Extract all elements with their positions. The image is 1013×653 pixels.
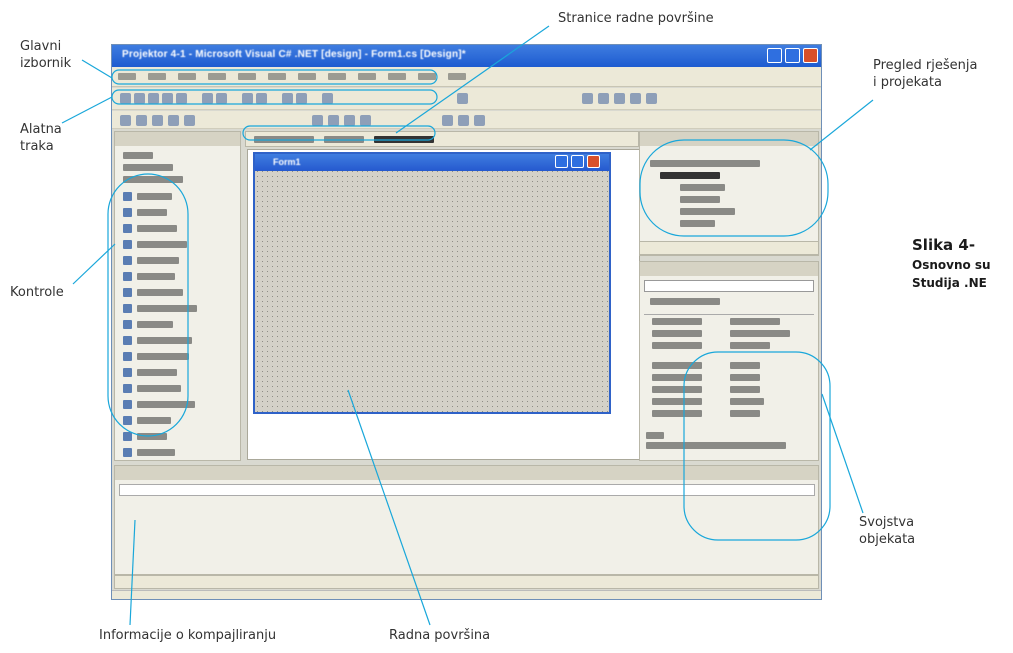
toolbox-panel — [114, 131, 241, 461]
maximize-icon — [785, 48, 800, 63]
label-properties-line2: objekata — [859, 532, 916, 547]
ide-title-bar: Projektor 4-1 - Microsoft Visual C# .NET… — [112, 45, 821, 67]
ide-menu-bar — [112, 67, 821, 87]
form-maximize-icon — [571, 155, 584, 168]
form-close-icon — [587, 155, 600, 168]
label-solution-line2: i projekata — [873, 75, 942, 90]
label-workspace: Radna površina — [389, 628, 491, 643]
label-main-menu-line1: Glavni — [20, 39, 62, 54]
label-controls: Kontrole — [10, 285, 64, 300]
controls-leader — [72, 243, 116, 285]
label-main-menu-line2: izbornik — [20, 56, 72, 71]
label-workspace-pages: Stranice radne površine — [558, 11, 714, 26]
label-compile-info: Informacije o kompajliranju — [99, 628, 277, 643]
ide-screenshot: Projektor 4-1 - Microsoft Visual C# .NET… — [111, 44, 822, 600]
solution-tabs — [639, 241, 819, 255]
label-toolbar-line1: Alatna — [20, 122, 62, 137]
form1-title: Form1 — [273, 157, 301, 167]
ide-toolbar-layout — [112, 111, 821, 129]
label-toolbar-line2: traka — [20, 139, 54, 154]
caption-figure-number: Slika 4- — [912, 236, 976, 254]
output-panel — [114, 465, 819, 575]
form1-title-bar: Form1 — [255, 154, 609, 171]
form1-window: Form1 — [253, 152, 611, 414]
toolbox-header — [115, 132, 240, 146]
minimize-icon — [767, 48, 782, 63]
label-solution-line1: Pregled rješenja — [873, 58, 978, 73]
menu-leader — [81, 59, 113, 79]
caption-line2: Osnovno su — [912, 258, 991, 272]
solution-explorer-panel — [639, 131, 819, 256]
close-icon — [803, 48, 818, 63]
properties-leader — [821, 393, 864, 514]
ide-toolbar-standard — [112, 88, 821, 110]
designer-tabs — [245, 131, 639, 147]
form-minimize-icon — [555, 155, 568, 168]
label-properties-line1: Svojstva — [859, 515, 915, 530]
status-bar — [112, 590, 821, 599]
properties-panel — [639, 261, 819, 461]
caption-line3: Studija .NE — [912, 276, 987, 290]
ide-title-text: Projektor 4-1 - Microsoft Visual C# .NET… — [122, 49, 466, 60]
toolbar-leader — [61, 96, 113, 124]
output-tabs — [114, 575, 819, 589]
